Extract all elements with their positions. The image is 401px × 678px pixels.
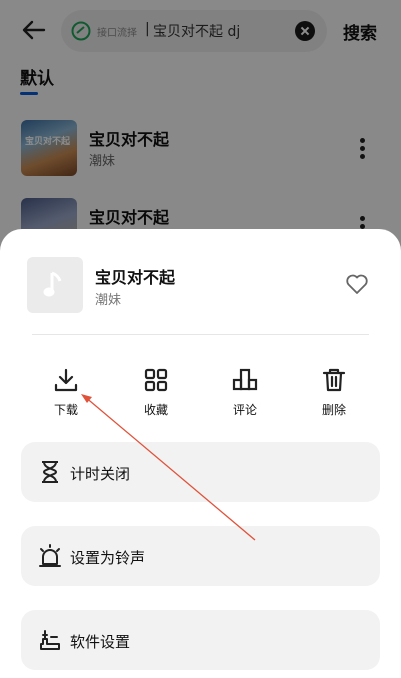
song-cover-placeholder (27, 257, 83, 313)
download-icon (54, 368, 78, 392)
comment-button[interactable]: 评论 (215, 367, 275, 425)
comment-blocks-icon (232, 368, 258, 391)
alarm-icon (39, 544, 61, 567)
sheet-song-title: 宝贝对不起 (95, 268, 176, 287)
trash-icon (322, 368, 346, 392)
song-options-sheet: 宝贝对不起 潮妹 下载 收藏 评论 删除 计时关闭 设置为铃声 软件设置 (0, 229, 401, 678)
favorite-label: 收藏 (143, 403, 168, 417)
sheet-song-artist: 潮妹 (95, 293, 122, 308)
heart-icon[interactable] (345, 273, 369, 295)
delete-button[interactable]: 删除 (304, 367, 364, 425)
set-ringtone-button[interactable]: 设置为铃声 (21, 526, 380, 586)
delete-label: 删除 (321, 403, 346, 417)
hourglass-icon (42, 461, 58, 483)
divider (32, 334, 369, 335)
set-ringtone-label: 设置为铃声 (70, 549, 146, 567)
favorite-button[interactable]: 收藏 (126, 367, 186, 425)
timer-close-label: 计时关闭 (70, 465, 131, 483)
music-note-icon (43, 271, 62, 297)
comment-label: 评论 (232, 403, 257, 417)
download-button[interactable]: 下载 (36, 367, 96, 425)
app-settings-label: 软件设置 (70, 633, 131, 651)
grid-icon (144, 368, 168, 392)
timer-close-button[interactable]: 计时关闭 (21, 442, 380, 502)
settings-icon (40, 630, 60, 650)
app-settings-button[interactable]: 软件设置 (21, 610, 380, 670)
download-label: 下载 (53, 403, 78, 417)
